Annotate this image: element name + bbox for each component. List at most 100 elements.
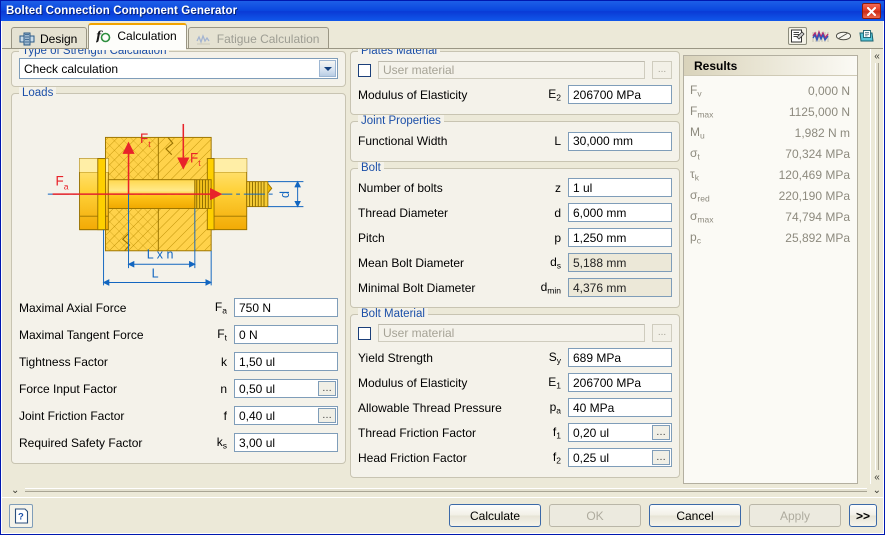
panes-container: Type of Strength Calculation Check calcu… bbox=[2, 49, 883, 484]
export-icon bbox=[859, 29, 874, 41]
field-row-allowable-thread-pressure: Allowable Thread Pressure pa 40 MPa bbox=[358, 395, 672, 420]
horizontal-collapse-left-icon[interactable]: ⌄ bbox=[11, 486, 19, 496]
input-bolt-modulus[interactable]: 206700 MPa bbox=[568, 373, 672, 392]
input-allowable-thread-pressure[interactable]: 40 MPa bbox=[568, 398, 672, 417]
value-maximal-axial-force: 750 N bbox=[239, 300, 272, 315]
help-button[interactable]: ? bbox=[9, 503, 33, 528]
middle-column: Plates Material User material ... Modulu… bbox=[350, 49, 683, 484]
results-properties-button[interactable] bbox=[788, 27, 807, 45]
plates-material-row: User material ... bbox=[358, 58, 672, 82]
result-value-fmax: 1125,000 N bbox=[788, 104, 850, 119]
bolt-material-legend: Bolt Material bbox=[358, 308, 428, 320]
input-required-safety-factor[interactable]: 3,00 ul bbox=[234, 433, 338, 452]
horizontal-collapse-right-icon[interactable]: ⌄ bbox=[873, 486, 881, 496]
tab-calculation[interactable]: f Calculation bbox=[88, 23, 187, 50]
result-row-sigma-t: σt 70,324 MPa bbox=[690, 143, 850, 164]
tab-calculation-label: Calculation bbox=[117, 29, 177, 43]
value-thread-diameter: 6,000 mm bbox=[573, 205, 627, 220]
field-row-yield-strength: Yield Strength Sy 689 MPa bbox=[358, 345, 672, 370]
bolted-joint-diagram: Ft Ft Fa d L x n L bbox=[47, 123, 304, 286]
label-force-input-factor: Force Input Factor bbox=[19, 381, 118, 396]
field-row-force-input-factor: Force Input Factor n 0,50 ul … bbox=[19, 375, 338, 402]
input-yield-strength[interactable]: 689 MPa bbox=[568, 348, 672, 367]
symbol-f2: f2 bbox=[552, 449, 561, 466]
plates-material-checkbox[interactable] bbox=[358, 63, 371, 77]
label-maximal-axial-force: Maximal Axial Force bbox=[19, 300, 127, 315]
help-icon: ? bbox=[14, 507, 28, 524]
symbol-ft: Ft bbox=[217, 326, 227, 343]
diagram-label-fa: Fa bbox=[56, 173, 69, 191]
tab-fatigue-label: Fatigue Calculation bbox=[216, 31, 320, 46]
expand-button[interactable]: >> bbox=[849, 504, 877, 527]
result-symbol-fv: Fv bbox=[690, 82, 702, 99]
browse-head-friction-factor[interactable]: … bbox=[652, 450, 670, 465]
calculate-button[interactable]: Calculate bbox=[449, 504, 541, 527]
input-maximal-axial-force[interactable]: 750 N bbox=[234, 298, 338, 317]
input-joint-friction-factor[interactable]: 0,40 ul … bbox=[234, 406, 338, 425]
strength-calculation-combo[interactable]: Check calculation bbox=[19, 58, 338, 79]
horizontal-splitter[interactable]: ⌄ ⌄ bbox=[11, 484, 881, 497]
export-button[interactable] bbox=[857, 27, 876, 45]
bolt-material-checkbox[interactable] bbox=[358, 326, 371, 340]
field-row-mean-bolt-diameter: Mean Bolt Diameter ds 5,188 mm bbox=[358, 250, 672, 275]
result-row-fv: Fv 0,000 N bbox=[690, 80, 850, 101]
cancel-button[interactable]: Cancel bbox=[649, 504, 741, 527]
input-maximal-tangent-force[interactable]: 0 N bbox=[234, 325, 338, 344]
value-required-safety-factor: 3,00 ul bbox=[239, 435, 276, 450]
value-functional-width: 30,000 mm bbox=[573, 134, 634, 148]
input-thread-friction-factor[interactable]: 0,20 ul … bbox=[568, 423, 672, 442]
label-maximal-tangent-force: Maximal Tangent Force bbox=[19, 327, 144, 342]
label-bolt-modulus: Modulus of Elasticity bbox=[358, 375, 468, 390]
result-symbol-tau-k: τk bbox=[690, 166, 699, 183]
input-functional-width[interactable]: 30,000 mm bbox=[568, 131, 672, 151]
result-symbol-mu: Mu bbox=[690, 124, 705, 141]
input-plates-modulus[interactable]: 206700 MPa bbox=[568, 85, 672, 104]
diagram-label-d: d bbox=[278, 191, 292, 198]
value-thread-friction-factor: 0,20 ul bbox=[573, 425, 610, 440]
input-number-of-bolts[interactable]: 1 ul bbox=[568, 178, 672, 197]
result-row-sigma-red: σred 220,190 MPa bbox=[690, 185, 850, 206]
bolt-material-row: User material ... bbox=[358, 321, 672, 345]
input-head-friction-factor[interactable]: 0,25 ul … bbox=[568, 448, 672, 467]
title-bar[interactable]: Bolted Connection Component Generator bbox=[1, 1, 884, 21]
strength-calculation-group: Type of Strength Calculation Check calcu… bbox=[11, 49, 346, 87]
plates-material-browse[interactable]: ... bbox=[652, 61, 672, 79]
field-row-tightness-factor: Tightness Factor k 1,50 ul bbox=[19, 348, 338, 375]
input-mean-bolt-diameter: 5,188 mm bbox=[568, 253, 672, 272]
close-button[interactable] bbox=[862, 3, 881, 19]
tab-fatigue-calculation[interactable]: Fatigue Calculation bbox=[187, 27, 330, 49]
input-pitch[interactable]: 1,250 mm bbox=[568, 228, 672, 247]
browse-force-input-factor[interactable]: … bbox=[318, 381, 336, 396]
vertical-collapse-top-icon[interactable]: « bbox=[874, 52, 880, 62]
symbol-d: d bbox=[554, 205, 561, 220]
field-row-number-of-bolts: Number of bolts z 1 ul bbox=[358, 175, 672, 200]
tab-design[interactable]: Design bbox=[11, 27, 88, 49]
input-tightness-factor[interactable]: 1,50 ul bbox=[234, 352, 338, 371]
field-row-functional-width: Functional Width L 30,000 mm bbox=[358, 128, 672, 154]
bolt-material-field[interactable]: User material bbox=[378, 324, 645, 342]
eraser-button[interactable] bbox=[834, 27, 853, 45]
vertical-splitter[interactable]: « « bbox=[870, 49, 883, 484]
tab-design-label: Design bbox=[40, 31, 78, 46]
plates-material-field[interactable]: User material bbox=[378, 61, 645, 79]
bolt-material-browse[interactable]: ... bbox=[652, 324, 672, 342]
diagram-label-lxn: L x n bbox=[147, 247, 174, 261]
strength-group-legend: Type of Strength Calculation bbox=[19, 49, 170, 57]
input-thread-diameter[interactable]: 6,000 mm bbox=[568, 203, 672, 222]
label-yield-strength: Yield Strength bbox=[358, 350, 433, 365]
eraser-icon bbox=[835, 31, 852, 41]
input-force-input-factor[interactable]: 0,50 ul … bbox=[234, 379, 338, 398]
chevron-down-icon[interactable] bbox=[319, 60, 336, 77]
apply-button[interactable]: Apply bbox=[749, 504, 841, 527]
symbol-f: f bbox=[223, 408, 227, 423]
graph-button[interactable] bbox=[811, 27, 830, 45]
plates-material-legend: Plates Material bbox=[358, 49, 441, 57]
label-head-friction-factor: Head Friction Factor bbox=[358, 450, 467, 465]
browse-joint-friction-factor[interactable]: … bbox=[318, 408, 336, 423]
svg-text:?: ? bbox=[18, 511, 24, 522]
vertical-collapse-bottom-icon[interactable]: « bbox=[874, 473, 880, 483]
ok-button[interactable]: OK bbox=[549, 504, 641, 527]
field-row-required-safety-factor: Required Safety Factor ks 3,00 ul bbox=[19, 429, 338, 456]
symbol-dmin: dmin bbox=[540, 279, 561, 296]
browse-thread-friction-factor[interactable]: … bbox=[652, 425, 670, 440]
